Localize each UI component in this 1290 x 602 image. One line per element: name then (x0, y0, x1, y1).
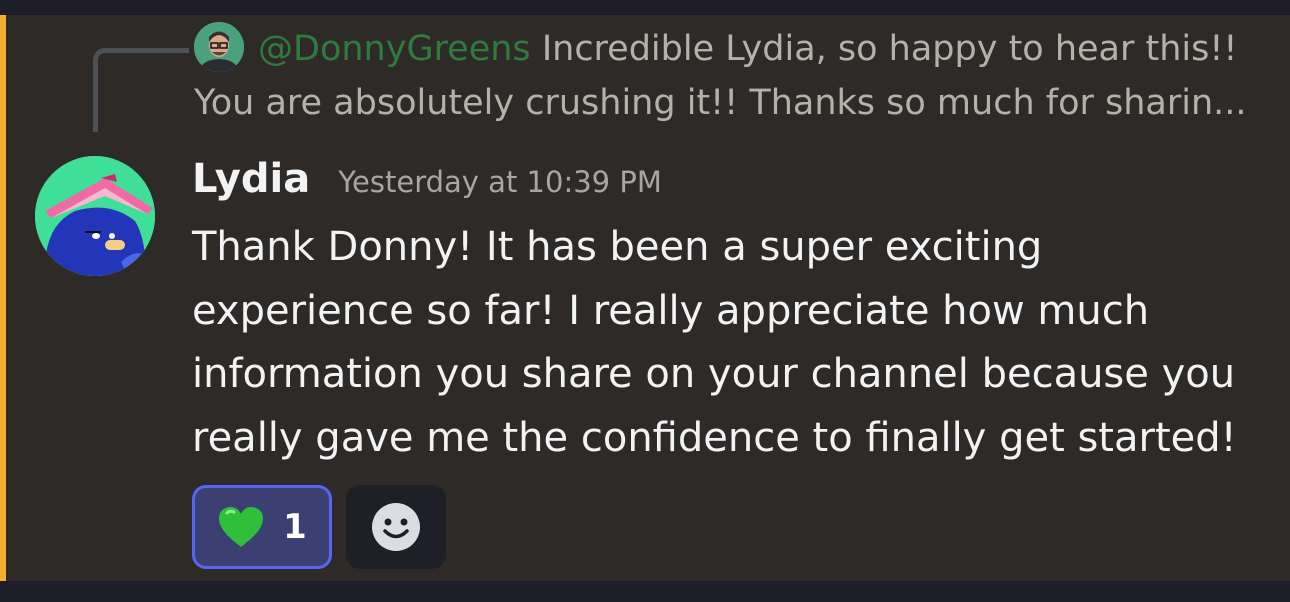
reply-avatar[interactable] (194, 22, 244, 72)
timestamp[interactable]: Yesterday at 10:39 PM (338, 158, 662, 206)
message-line: information you share on your channel be… (192, 351, 1236, 397)
message-content: Thank Donny! It has been a super excitin… (192, 216, 1262, 470)
reply-connector (93, 48, 189, 132)
reply-preview-line-1[interactable]: @DonnyGreens Incredible Lydia, so happy … (258, 27, 1237, 71)
message-container[interactable]: @DonnyGreens Incredible Lydia, so happy … (0, 15, 1290, 581)
message-header: Lydia Yesterday at 10:39 PM (192, 155, 662, 205)
reply-preview-line-2[interactable]: You are absolutely crushing it!! Thanks … (194, 81, 1254, 125)
add-reaction-button[interactable] (346, 485, 446, 569)
message-line: Thank Donny! It has been a super excitin… (192, 224, 1043, 270)
username[interactable]: Lydia (192, 155, 310, 203)
blue-bird-with-book-icon (35, 156, 155, 276)
smiley-face-icon (372, 503, 420, 551)
green-heart-icon (219, 507, 264, 547)
reaction-button[interactable]: 1 (192, 485, 332, 569)
reaction-count: 1 (283, 507, 307, 547)
avatar[interactable] (35, 156, 155, 276)
message-line: really gave me the confidence to finally… (192, 414, 1237, 461)
reply-text: Incredible Lydia, so happy to hear this!… (541, 29, 1238, 69)
highlight-bar (0, 15, 6, 581)
reply-author[interactable]: @DonnyGreens (258, 29, 531, 69)
man-with-glasses-icon (194, 22, 244, 72)
message-line: experience so far! I really appreciate h… (192, 287, 1150, 334)
